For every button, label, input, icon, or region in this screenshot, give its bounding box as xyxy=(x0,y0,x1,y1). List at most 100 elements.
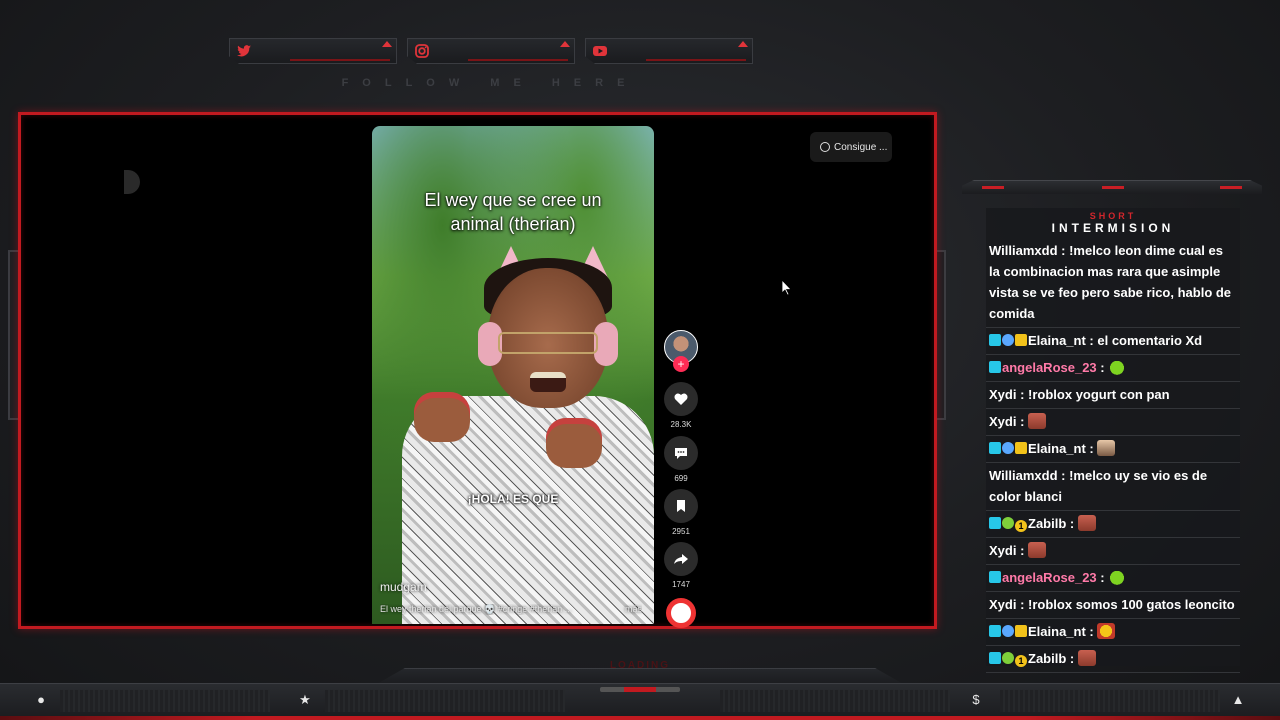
cyan-badge-icon xyxy=(989,652,1001,664)
tiktok-video[interactable]: El wey que se cree un animal (therian) ¡… xyxy=(372,126,654,624)
bar-underline xyxy=(290,59,390,61)
chat-separator: : xyxy=(1085,624,1098,639)
face-emote-icon xyxy=(1077,515,1096,531)
chat-header: SHORT INTERMISION xyxy=(986,208,1240,238)
bottom-slot xyxy=(1000,690,1220,712)
cyan-badge-icon xyxy=(989,442,1001,454)
chat-username[interactable]: Williamxdd xyxy=(989,468,1058,483)
face-emote-icon xyxy=(1028,413,1047,429)
bar-triangle xyxy=(560,41,570,47)
chat-username[interactable]: Zabilb xyxy=(1028,516,1066,531)
chat-separator: : xyxy=(1096,360,1109,375)
crown-badge-icon xyxy=(1015,625,1027,637)
bottom-slot xyxy=(325,690,565,712)
video-subtitle: ¡HOLA! ES QUE xyxy=(467,492,559,506)
chat-username[interactable]: angelaRose_23 xyxy=(1002,360,1097,375)
chat-separator: : xyxy=(1066,651,1078,666)
bottom-bar: ● ★ $ ▲ xyxy=(0,683,1280,720)
chat-top-decoration xyxy=(962,180,1262,194)
chat-message: Xydi : !roblox somos 100 gatos leoncito xyxy=(986,592,1240,619)
bar-underline xyxy=(646,59,746,61)
cat-emote-icon xyxy=(1097,440,1116,456)
chat-username[interactable]: Williamxdd xyxy=(989,243,1058,258)
follow-me-text: FOLLOW ME HERE xyxy=(341,77,639,89)
twitter-bar[interactable] xyxy=(229,38,397,64)
chat-separator: : xyxy=(1016,543,1029,558)
share-icon xyxy=(674,554,688,564)
crown-badge-icon xyxy=(1015,334,1027,346)
gold-badge-icon: 1 xyxy=(1015,655,1027,667)
bottom-slot xyxy=(720,690,950,712)
heart-icon xyxy=(674,393,688,405)
chat-username[interactable]: Elaina_nt xyxy=(1028,333,1086,348)
face-emote-icon xyxy=(1028,542,1047,558)
share-count: 1747 xyxy=(672,580,690,589)
bookmark-button[interactable] xyxy=(664,489,698,523)
chat-message: 1 Zabilb : xyxy=(986,511,1240,538)
deco-red-mid xyxy=(1102,186,1124,189)
chat-message: Xydi : xyxy=(986,409,1240,436)
chat-message: Elaina_nt : el comentario Xd xyxy=(986,328,1240,355)
star-icon: ★ xyxy=(299,692,311,707)
mouse-cursor-icon xyxy=(782,280,792,296)
bottom-red-edge xyxy=(0,716,1280,720)
follow-plus-icon[interactable]: + xyxy=(673,356,689,372)
promo-label: Consigue ... xyxy=(834,141,888,153)
chat-username[interactable]: Elaina_nt xyxy=(1028,441,1086,456)
chat-message: Xydi : !roblox yogurt con pan xyxy=(986,382,1240,409)
chat-username[interactable]: Elaina_nt xyxy=(1028,624,1086,639)
cyan-badge-icon xyxy=(989,625,1001,637)
cyan-badge-icon xyxy=(989,517,1001,529)
video-description: El wey therian del parque 💀 #cringe #the… xyxy=(380,604,642,615)
like-button[interactable] xyxy=(664,382,698,416)
star-emote-icon xyxy=(1097,623,1116,639)
cyan-badge-icon xyxy=(989,571,1001,583)
chat-message-list: Williamxdd : !melco leon dime cual es la… xyxy=(986,238,1240,673)
chat-header-title: INTERMISION xyxy=(1051,221,1175,235)
chat-message: angelaRose_23 : xyxy=(986,355,1240,382)
blue-badge-icon xyxy=(1002,442,1014,454)
promo-icon xyxy=(820,142,830,152)
mouth xyxy=(530,372,566,392)
video-username[interactable]: mudgam xyxy=(380,580,427,594)
green-badge-icon xyxy=(1002,517,1014,529)
chat-username[interactable]: Xydi xyxy=(989,597,1016,612)
twitter-icon xyxy=(237,45,251,57)
chat-username[interactable]: Xydi xyxy=(989,543,1016,558)
fist-left xyxy=(414,392,470,442)
bar-triangle xyxy=(382,41,392,47)
chat-message: angelaRose_23 : xyxy=(986,565,1240,592)
blue-badge-icon xyxy=(1002,334,1014,346)
comment-count: 699 xyxy=(674,474,688,483)
chat-separator: : xyxy=(1085,441,1098,456)
promo-button[interactable]: Consigue ... xyxy=(810,132,892,162)
gold-badge-icon: 1 xyxy=(1015,520,1027,532)
sound-disc-icon[interactable] xyxy=(666,598,696,628)
chat-message: Elaina_nt : xyxy=(986,436,1240,463)
comment-button[interactable] xyxy=(664,436,698,470)
chat-panel: SHORT INTERMISION Williamxdd : !melco le… xyxy=(986,208,1240,673)
chat-username[interactable]: angelaRose_23 xyxy=(1002,570,1097,585)
cyan-badge-icon xyxy=(989,334,1001,346)
chat-username[interactable]: Xydi xyxy=(989,414,1016,429)
fist-right xyxy=(546,418,602,468)
bar-triangle xyxy=(738,41,748,47)
frog-emote-icon xyxy=(1108,569,1127,585)
chat-username[interactable]: Zabilb xyxy=(1028,651,1066,666)
instagram-bar[interactable] xyxy=(407,38,575,64)
chat-username[interactable]: Xydi xyxy=(989,387,1016,402)
bar-underline xyxy=(468,59,568,61)
chat-separator: : xyxy=(1016,414,1029,429)
youtube-bar[interactable] xyxy=(585,38,753,64)
share-button[interactable] xyxy=(664,542,698,576)
cyan-badge-icon xyxy=(989,361,1001,373)
deco-red-left xyxy=(982,186,1004,189)
chat-text: !roblox yogurt con pan xyxy=(1028,387,1170,402)
green-badge-icon xyxy=(1002,652,1014,664)
chat-separator: : xyxy=(1016,387,1029,402)
chat-separator: : xyxy=(1085,333,1098,348)
like-count: 28.3K xyxy=(670,420,692,429)
chat-separator: : xyxy=(1016,597,1029,612)
chat-message: Williamxdd : !melco uy se vio es de colo… xyxy=(986,463,1240,511)
more-link[interactable]: más xyxy=(625,604,642,614)
